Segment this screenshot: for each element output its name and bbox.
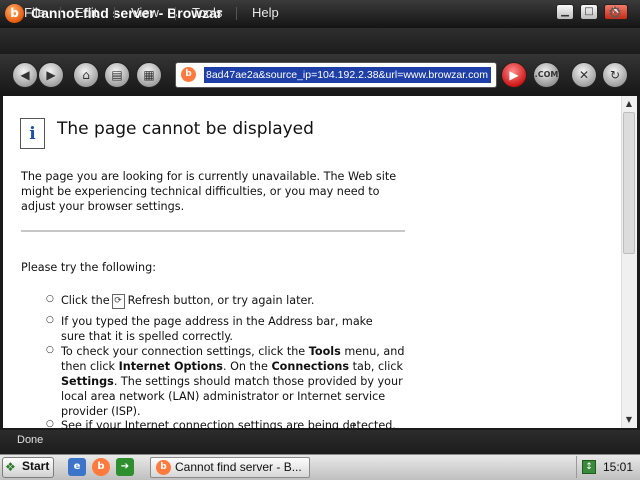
start-label: Start [22,459,50,473]
menu-bar [0,28,640,54]
suggestions-heading: Please try the following: [21,261,157,274]
scrollbar-thumb[interactable] [623,112,635,254]
bullet-icon: ○ [46,419,54,429]
error-description: The page you are looking for is currentl… [21,170,397,213]
text-cursor-icon: I [352,421,356,435]
info-icon: i [20,118,45,149]
bullet-icon: ○ [46,294,54,304]
quicklaunch-arrow-icon[interactable]: ➔ [116,458,134,476]
list-item: If you typed the page address in the Add… [61,315,373,343]
menu-help[interactable]: Help [240,4,291,22]
network-tray-icon[interactable]: ↕ [582,460,596,474]
quicklaunch-ie-icon[interactable]: e [68,458,86,476]
scroll-up-arrow-icon[interactable]: ▲ [621,96,637,112]
list-item: Click the ⟳ Refresh button, or try again l… [61,293,315,309]
home-button[interactable]: ⌂ [73,62,99,88]
dotcom-button[interactable]: .COM [533,62,560,88]
bullet-icon: ○ [46,315,54,325]
menu-file[interactable]: File [12,4,57,22]
stop-button[interactable]: ✕ [571,62,597,88]
minimize-button[interactable]: ▁ [556,4,574,20]
print-button[interactable]: ▤ [104,62,130,88]
windows-flag-icon: ❖ [5,460,16,474]
back-button[interactable]: ◀ [12,62,38,88]
refresh-page-icon: ⟳ [111,293,125,309]
taskbar-window-label: Cannot find server - B... [175,460,302,474]
menu-tools[interactable]: Tools [180,4,234,22]
address-input[interactable] [204,67,491,83]
maximize-button[interactable]: □ [580,4,598,20]
menu-separator [60,7,61,20]
menu-edit[interactable]: Edit [63,4,109,22]
forward-button[interactable]: ▶ [38,62,64,88]
status-text: Done [17,434,44,446]
save-button[interactable]: ▦ [136,62,162,88]
refresh-button[interactable]: ↻ [602,62,628,88]
menu-separator [175,7,176,20]
menu-view[interactable]: View [119,4,171,22]
page-title: The page cannot be displayed [57,119,314,139]
quicklaunch-browzar-icon[interactable]: b [92,458,110,476]
browzar-favicon-icon: b [181,67,196,82]
list-item: To check your connection settings, click… [61,345,405,418]
browzar-favicon-icon: b [156,460,171,475]
go-button[interactable]: ▶ [501,62,527,88]
menu-separator [114,7,115,20]
scroll-down-arrow-icon[interactable]: ▼ [621,412,637,428]
status-bar [0,430,640,454]
clock[interactable]: 15:01 [603,460,633,474]
divider [21,230,405,232]
bullet-icon: ○ [46,345,54,355]
gear-icon[interactable]: ⚙ [605,3,625,23]
menu-separator [236,7,237,20]
